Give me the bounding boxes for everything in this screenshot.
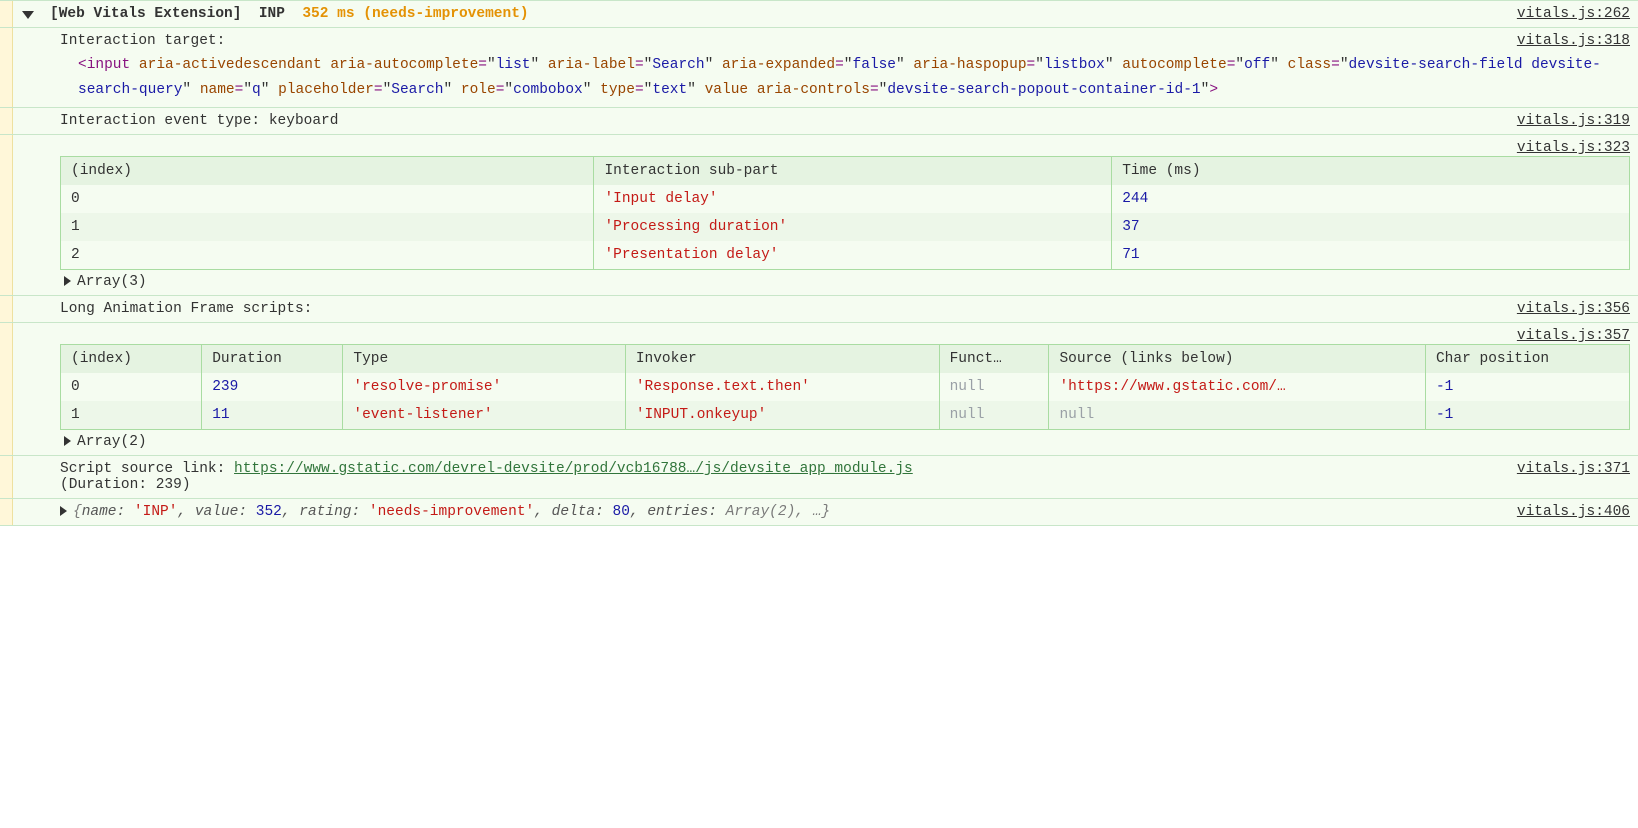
label: Interaction target: <box>60 33 225 49</box>
target-element-markup[interactable]: <input aria-activedescendant aria-autoco… <box>60 53 1630 102</box>
script-duration: (Duration: 239) <box>60 477 191 493</box>
obj-val: Array(2) <box>726 504 796 520</box>
log-subpart-table: vitals.js:323 (index)Interaction sub-par… <box>0 134 1638 295</box>
cell-subpart: 'Presentation delay' <box>594 241 1112 270</box>
table-row: 2'Presentation delay'71 <box>61 241 1630 270</box>
script-source-label: Script source link: <box>60 461 234 477</box>
obj-trail: , …} <box>795 504 830 520</box>
laf-text: Long Animation Frame scripts: <box>60 301 312 317</box>
log-inp-summary: vitals.js:262 [Web Vitals Extension] INP… <box>0 0 1638 27</box>
log-script-source: vitals.js:371 Script source link: https:… <box>0 455 1638 498</box>
cell-source: 'https://www.gstatic.com/… <box>1049 373 1426 401</box>
obj-brace: { <box>73 504 82 520</box>
script-source-url[interactable]: https://www.gstatic.com/devrel-devsite/p… <box>234 461 913 477</box>
log-prefix: [Web Vitals Extension] <box>50 6 241 22</box>
cell-index: 1 <box>61 401 202 430</box>
cell-subpart: 'Input delay' <box>594 185 1112 213</box>
source-link[interactable]: vitals.js:318 <box>1517 33 1630 49</box>
obj-val: 80 <box>613 504 630 520</box>
table-header: Time (ms) <box>1112 157 1630 186</box>
table-row: 0239'resolve-promise''Response.text.then… <box>61 373 1630 401</box>
obj-key: , delta: <box>534 504 612 520</box>
cell-duration: 239 <box>202 373 343 401</box>
table-header: Char position <box>1425 345 1629 374</box>
cell-type: 'event-listener' <box>343 401 625 430</box>
cell-function: null <box>939 373 1049 401</box>
table-row: 0'Input delay'244 <box>61 185 1630 213</box>
cell-charpos: -1 <box>1425 373 1629 401</box>
cell-index: 1 <box>61 213 594 241</box>
log-interaction-target: vitals.js:318 Interaction target: <input… <box>0 27 1638 107</box>
source-link[interactable]: vitals.js:406 <box>1517 504 1630 520</box>
log-laf-label: vitals.js:356 Long Animation Frame scrip… <box>0 295 1638 322</box>
cell-invoker: 'INPUT.onkeyup' <box>625 401 939 430</box>
source-link[interactable]: vitals.js:262 <box>1517 6 1630 22</box>
source-link[interactable]: vitals.js:371 <box>1517 461 1630 477</box>
array-label: Array(3) <box>77 274 147 290</box>
cell-time: 71 <box>1112 241 1630 270</box>
cell-type: 'resolve-promise' <box>343 373 625 401</box>
log-metric-object[interactable]: vitals.js:406 {name: 'INP', value: 352, … <box>0 498 1638 526</box>
obj-key: , value: <box>177 504 255 520</box>
chevron-right-icon <box>60 506 67 516</box>
cell-subpart: 'Processing duration' <box>594 213 1112 241</box>
expand-icon[interactable] <box>22 11 34 19</box>
cell-time: 244 <box>1112 185 1630 213</box>
table-header: Duration <box>202 345 343 374</box>
console-output: vitals.js:262 [Web Vitals Extension] INP… <box>0 0 1638 526</box>
cell-source: null <box>1049 401 1426 430</box>
table-header: Invoker <box>625 345 939 374</box>
source-link[interactable]: vitals.js:323 <box>1517 140 1630 156</box>
table-header: Type <box>343 345 625 374</box>
cell-duration: 11 <box>202 401 343 430</box>
table-header: (index) <box>61 345 202 374</box>
metric-value: 352 ms (needs-improvement) <box>294 6 529 22</box>
table-header: Funct… <box>939 345 1049 374</box>
chevron-right-icon <box>64 276 71 286</box>
obj-key: , rating: <box>282 504 369 520</box>
event-type-text: Interaction event type: keyboard <box>60 113 338 129</box>
cell-time: 37 <box>1112 213 1630 241</box>
source-link[interactable]: vitals.js:319 <box>1517 113 1630 129</box>
table-row: 1'Processing duration'37 <box>61 213 1630 241</box>
table-header: Source (links below) <box>1049 345 1426 374</box>
obj-val: 'needs-improvement' <box>369 504 534 520</box>
obj-key: name: <box>82 504 134 520</box>
cell-index: 0 <box>61 373 202 401</box>
table-header: Interaction sub-part <box>594 157 1112 186</box>
array-expand[interactable]: Array(2) <box>60 434 1630 450</box>
table-row: 111'event-listener''INPUT.onkeyup'nullnu… <box>61 401 1630 430</box>
obj-val: 'INP' <box>134 504 178 520</box>
chevron-right-icon <box>64 436 71 446</box>
cell-index: 2 <box>61 241 594 270</box>
cell-charpos: -1 <box>1425 401 1629 430</box>
obj-val: 352 <box>256 504 282 520</box>
cell-invoker: 'Response.text.then' <box>625 373 939 401</box>
interaction-subpart-table: (index)Interaction sub-partTime (ms) 0'I… <box>60 156 1630 270</box>
obj-key: , entries: <box>630 504 726 520</box>
cell-function: null <box>939 401 1049 430</box>
array-label: Array(2) <box>77 434 147 450</box>
array-expand[interactable]: Array(3) <box>60 274 1630 290</box>
cell-index: 0 <box>61 185 594 213</box>
log-event-type: vitals.js:319 Interaction event type: ke… <box>0 107 1638 134</box>
metric-name: INP <box>250 6 285 22</box>
source-link[interactable]: vitals.js:356 <box>1517 301 1630 317</box>
source-link[interactable]: vitals.js:357 <box>1517 328 1630 344</box>
log-laf-table: vitals.js:357 (index)DurationTypeInvoker… <box>0 322 1638 455</box>
table-header: (index) <box>61 157 594 186</box>
laf-scripts-table: (index)DurationTypeInvokerFunct…Source (… <box>60 344 1630 430</box>
